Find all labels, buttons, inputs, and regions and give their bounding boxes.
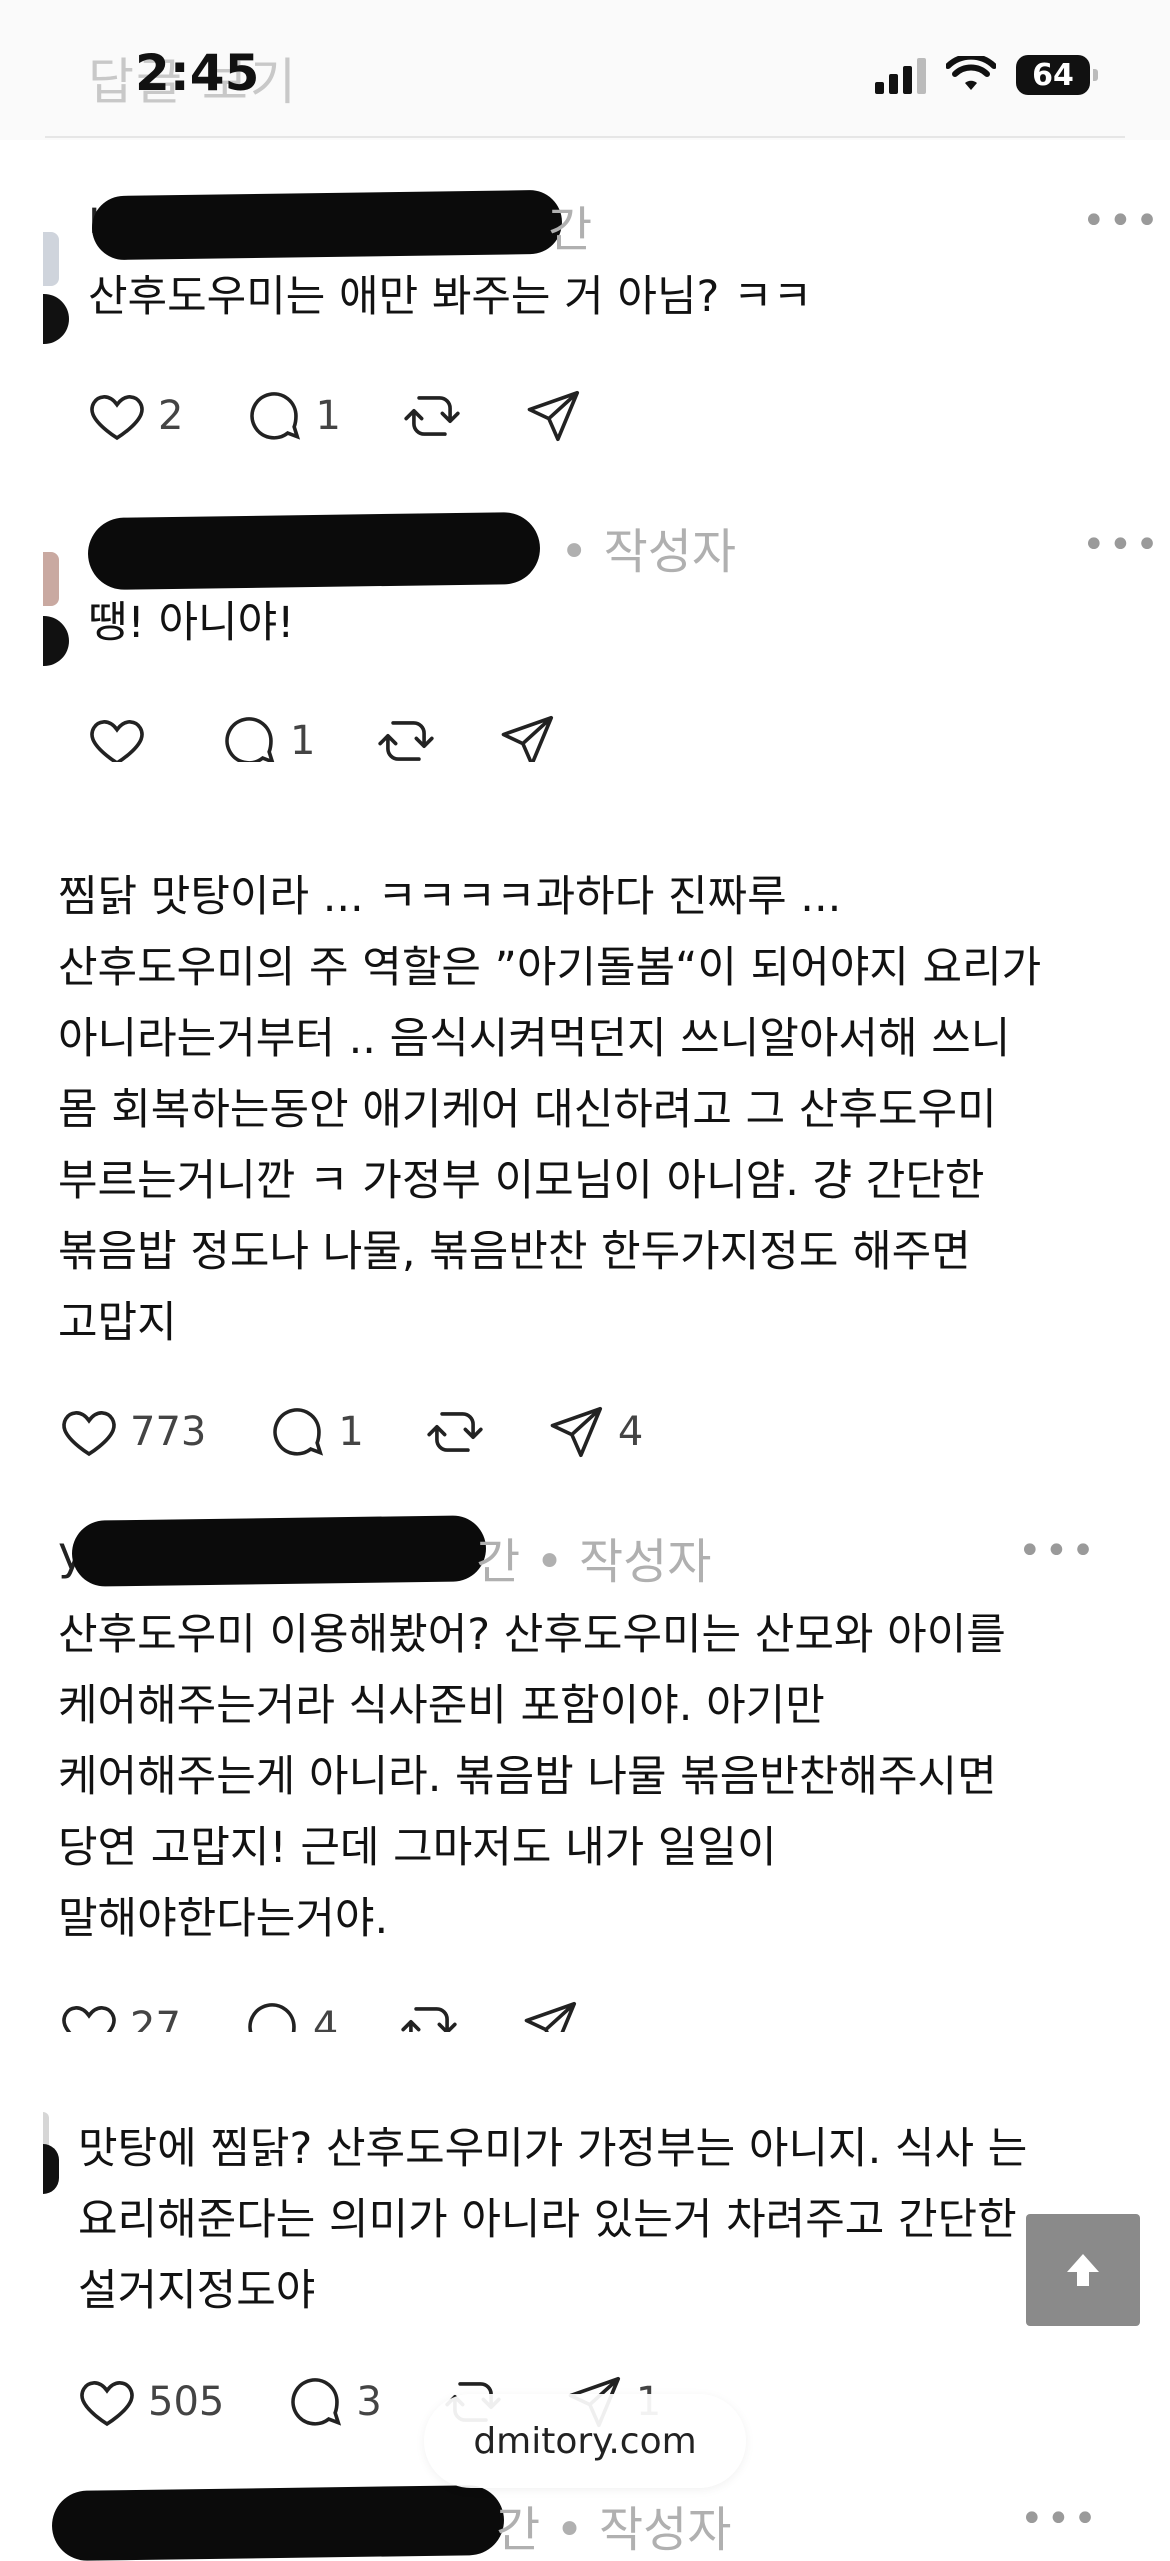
like-count: 2 <box>158 393 184 439</box>
comment-text: 맛탕에 찜닭? 산후도우미가 가정부는 아니지. 식사 는 요리해준다는 의미가… <box>78 2114 1027 2327</box>
avatar[interactable] <box>43 232 59 286</box>
send-icon <box>550 1406 602 1458</box>
like-button[interactable]: 2 <box>86 385 183 447</box>
comment-line: 산후도우미의 주 역할은 ”아기돌봄“이 되어야지 요리가 <box>58 943 1042 993</box>
battery-level: 64 <box>1032 57 1074 93</box>
repost-icon <box>427 1412 483 1452</box>
comment-icon <box>291 2378 342 2426</box>
like-button[interactable]: 773 <box>58 1401 206 1463</box>
cellular-signal-icon <box>875 56 926 94</box>
more-options-icon[interactable]: ••• <box>1018 1528 1098 1574</box>
comment-meta: • 작성자 <box>560 524 737 580</box>
status-icons: 64 <box>875 52 1098 98</box>
screenshot-seam <box>0 762 1170 798</box>
comment-line: 몸 회복하는동안 애기케어 대신하려고 그 산후도우미 <box>58 1085 997 1135</box>
comment-line: 요리해준다는 의미가 아니라 있는거 차려주고 간단한 <box>78 2195 1017 2245</box>
reply-button[interactable]: 1 <box>266 1401 364 1463</box>
comment-line: 아니라는거부터 .. 음식시켜먹던지 쓰니알아서해 쓰니 <box>58 1014 1011 1064</box>
comment-line: 고맙지 <box>58 1298 177 1348</box>
more-options-icon[interactable]: ••• <box>1082 522 1162 568</box>
comment-line: 맛탕에 찜닭? 산후도우미가 가정부는 아니지. 식사 는 <box>78 2124 1028 2174</box>
comment-meta: 간 • 작성자 <box>496 2502 732 2558</box>
comment-icon <box>250 392 301 440</box>
reply-button[interactable]: 1 <box>243 385 341 447</box>
header-divider <box>45 136 1125 138</box>
redaction-bar <box>91 189 563 261</box>
arrow-up-icon <box>1067 2254 1099 2286</box>
comment-line: 찜닭 맛탕이라 ... ㅋㅋㅋㅋ과하다 진짜루 ... <box>58 872 842 922</box>
comment-line: 케어해주는게 아니라. 볶음밤 나물 볶음반찬해주시면 <box>58 1752 997 1802</box>
wifi-icon <box>946 56 996 90</box>
comment-icon <box>273 1408 324 1456</box>
comment-line: 산후도우미 이용해봤어? 산후도우미는 산모와 아이를 <box>58 1610 1006 1660</box>
redaction-bar <box>87 511 541 591</box>
like-count: 505 <box>148 2379 225 2425</box>
comment-actions: 773 1 4 <box>58 1401 703 1463</box>
reply-button[interactable]: 3 <box>284 2371 382 2433</box>
site-watermark: dmitory.com <box>424 2394 746 2488</box>
repost-button[interactable] <box>401 385 463 447</box>
comment-line: 케어해주는거라 식사준비 포함이야. 아기만 <box>58 1681 825 1731</box>
comment-line: 부르는거니깐 ㅋ 가정부 이모님이 아니얌. 걍 간단한 <box>58 1156 985 1206</box>
like-button[interactable]: 505 <box>76 2371 224 2433</box>
comment-line: 당연 고맙지! 근데 그마저도 내가 일일이 <box>58 1823 777 1873</box>
share-count: 4 <box>617 1409 644 1455</box>
more-options-icon[interactable]: ••• <box>1082 198 1162 244</box>
repost-button[interactable] <box>424 1401 486 1463</box>
heart-icon <box>80 2381 134 2427</box>
scroll-to-top-button[interactable] <box>1026 2214 1140 2326</box>
redaction-bar <box>51 2484 505 2561</box>
battery-icon: 64 <box>1016 55 1098 95</box>
heart-icon <box>90 395 144 441</box>
redaction-bar <box>71 1515 487 1587</box>
follow-dot[interactable] <box>43 2144 59 2194</box>
reply-count: 1 <box>315 393 341 439</box>
comment-actions: 2 1 <box>86 385 645 447</box>
comment-text: 산후도우미는 애만 봐주는 거 아님? ㅋㅋ <box>88 272 813 322</box>
comment-line: 설거지정도야 <box>78 2266 316 2316</box>
comment-meta: 간 <box>548 202 593 258</box>
comment-line: 말해야한다는거야. <box>58 1894 389 1944</box>
follow-dot[interactable] <box>43 616 69 666</box>
follow-dot[interactable] <box>43 294 69 344</box>
comment-line: 볶음밥 정도나 나물, 볶음반찬 한두가지정도 해주면 <box>58 1227 971 1277</box>
comment-text: 산후도우미 이용해봤어? 산후도우미는 산모와 아이를 케어해주는거라 식사준비… <box>58 1600 1006 1955</box>
reply-count: 3 <box>356 2379 382 2425</box>
screenshot-seam <box>0 2032 1170 2102</box>
comment-text: 찜닭 맛탕이라 ... ㅋㅋㅋㅋ과하다 진짜루 ... 산후도우미의 주 역할은… <box>58 862 1041 1359</box>
repost-icon <box>404 396 460 436</box>
share-button[interactable]: 4 <box>546 1401 643 1463</box>
comment-text: 땡! 아니야! <box>88 598 295 648</box>
like-count: 773 <box>130 1409 207 1455</box>
more-options-icon[interactable]: ••• <box>1020 2496 1100 2542</box>
reply-count: 1 <box>290 718 316 764</box>
avatar[interactable] <box>43 552 59 606</box>
reply-count: 1 <box>338 1409 364 1455</box>
heart-icon <box>62 1411 116 1457</box>
send-icon <box>527 390 579 442</box>
share-button[interactable] <box>523 385 585 447</box>
status-time: 2:45 <box>135 44 260 102</box>
comment-meta: 간 • 작성자 <box>476 1534 712 1590</box>
